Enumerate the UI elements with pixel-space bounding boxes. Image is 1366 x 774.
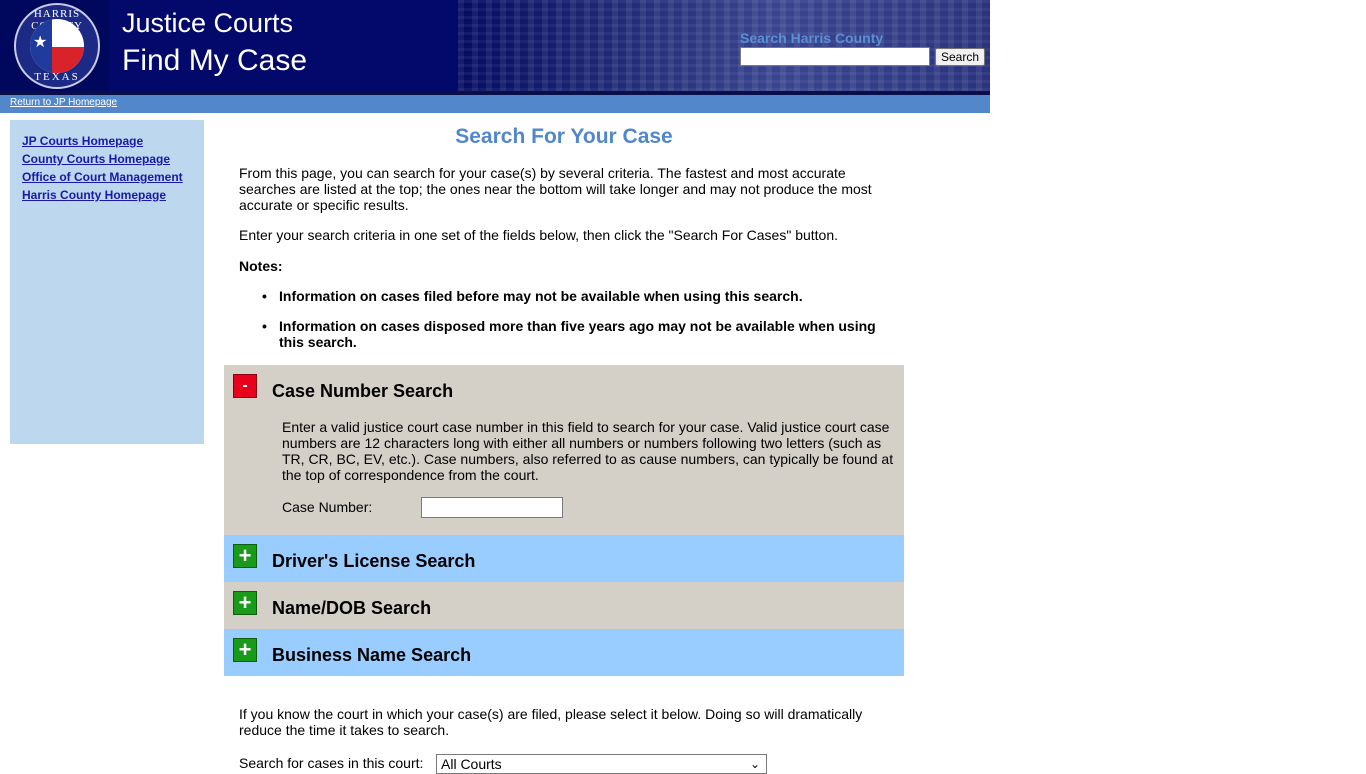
sidebar-link-court-management[interactable]: Office of Court Management <box>22 170 183 184</box>
return-to-jp-homepage-link[interactable]: Return to JP Homepage <box>10 97 117 108</box>
expand-icon[interactable]: + <box>233 544 257 568</box>
nav-bar: Return to JP Homepage <box>0 95 990 113</box>
case-number-input[interactable] <box>421 497 563 518</box>
expand-icon[interactable]: + <box>233 638 257 662</box>
texas-flag-icon: ★ <box>30 19 84 73</box>
sidebar: JP Courts Homepage County Courts Homepag… <box>10 120 204 444</box>
site-search-button[interactable]: Search <box>935 48 985 66</box>
site-title-line1: Justice Courts <box>122 8 294 38</box>
notes-heading: Notes: <box>239 258 283 274</box>
note-item: • Information on cases disposed more tha… <box>262 318 879 350</box>
drivers-license-search-section[interactable]: + Driver's License Search <box>224 535 904 582</box>
collapse-icon[interactable]: - <box>233 374 257 398</box>
sidebar-link-jp-courts[interactable]: JP Courts Homepage <box>22 134 143 148</box>
sidebar-link-harris-county[interactable]: Harris County Homepage <box>22 188 166 202</box>
case-number-description: Enter a valid justice court case number … <box>282 419 894 483</box>
court-select-label: Search for cases in this court: <box>239 755 424 771</box>
drivers-license-search-heading[interactable]: Driver's License Search <box>272 551 475 572</box>
case-number-label: Case Number: <box>282 499 373 515</box>
instruction-paragraph: Enter your search criteria in one set of… <box>239 227 839 243</box>
chevron-down-icon: ⌄ <box>749 757 760 771</box>
name-dob-search-section[interactable]: + Name/DOB Search <box>224 582 904 629</box>
case-number-search-heading[interactable]: Case Number Search <box>272 381 453 402</box>
business-name-search-section[interactable]: + Business Name Search <box>224 629 904 676</box>
name-dob-search-heading[interactable]: Name/DOB Search <box>272 598 431 619</box>
case-number-search-section: - Case Number Search Enter a valid justi… <box>224 365 904 535</box>
court-selected-value: All Courts <box>441 756 502 772</box>
note-text: Information on cases filed before may no… <box>279 288 803 304</box>
site-search-input[interactable] <box>740 47 930 66</box>
sidebar-link-county-courts[interactable]: County Courts Homepage <box>22 152 170 166</box>
court-selection-paragraph: If you know the court in which your case… <box>239 706 863 738</box>
site-search-label: Search Harris County <box>740 30 884 46</box>
note-text: Information on cases disposed more than … <box>279 318 876 350</box>
site-header: HARRIS COUNTY ★ TEXAS Justice Courts Fin… <box>0 0 990 95</box>
court-select-dropdown[interactable]: All Courts ⌄ <box>436 754 767 774</box>
note-item: • Information on cases filed before may … <box>262 288 879 304</box>
intro-paragraph: From this page, you can search for your … <box>239 165 872 213</box>
harris-county-seal-logo: HARRIS COUNTY ★ TEXAS <box>14 3 100 89</box>
bullet-icon: • <box>262 288 267 304</box>
business-name-search-heading[interactable]: Business Name Search <box>272 645 471 666</box>
bullet-icon: • <box>262 318 267 334</box>
skyline-banner-image <box>458 0 990 91</box>
expand-icon[interactable]: + <box>233 591 257 615</box>
page-title: Search For Your Case <box>455 125 673 148</box>
site-title-line2: Find My Case <box>122 44 308 77</box>
seal-bottom-text: TEXAS <box>34 71 80 83</box>
